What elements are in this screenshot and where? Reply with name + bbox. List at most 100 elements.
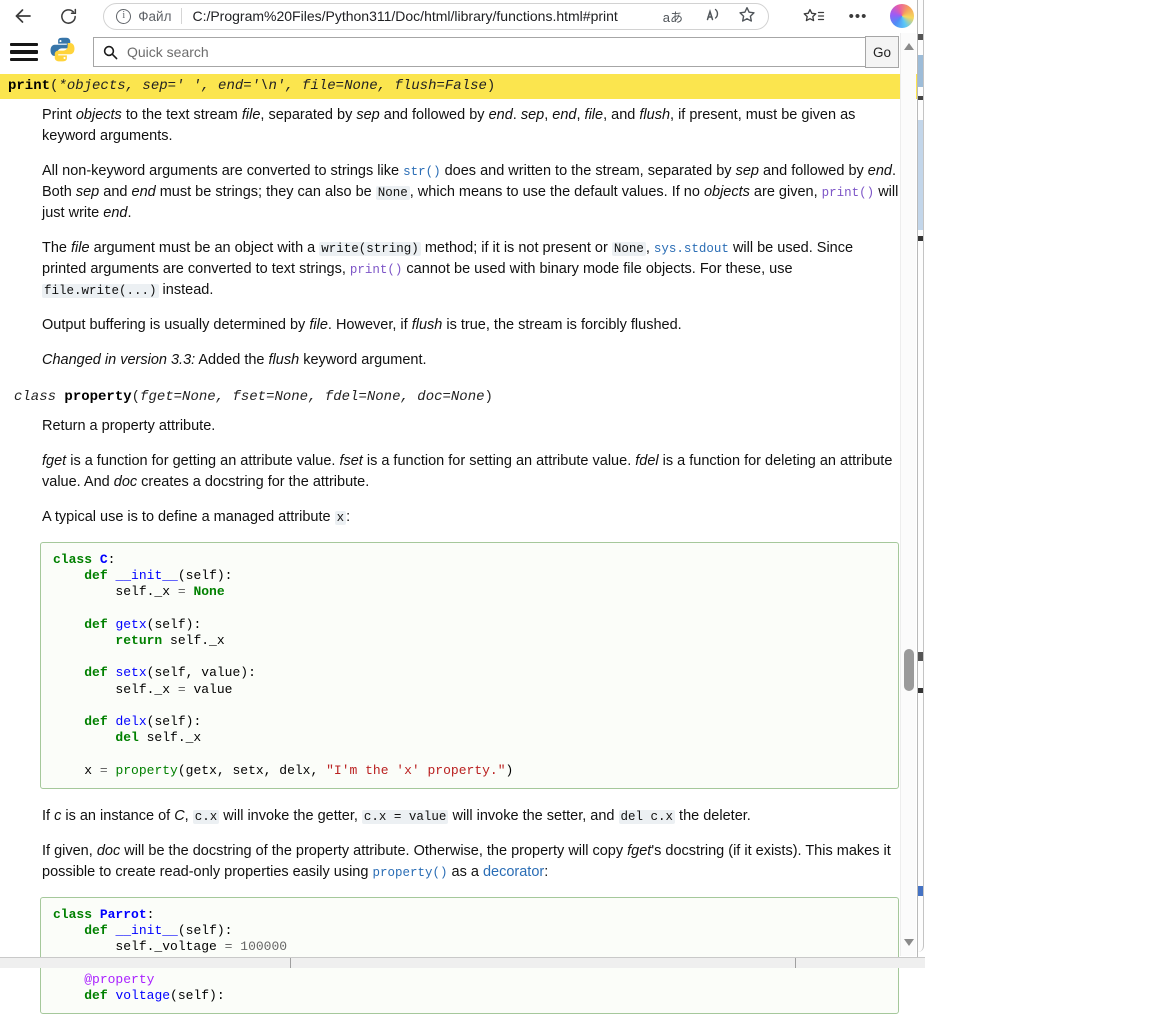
code-link[interactable]: sys.stdout xyxy=(654,242,729,256)
background-window-edge xyxy=(918,0,924,952)
code-token: def xyxy=(84,665,107,680)
url-text[interactable]: C:/Program%20Files/Python311/Doc/html/li… xyxy=(192,8,654,24)
text-segment: method; if it is not present or xyxy=(421,240,612,256)
text-segment: A typical use is to define a managed att… xyxy=(42,509,335,525)
text-segment: will invoke the getter, xyxy=(219,808,362,824)
copilot-button[interactable] xyxy=(887,2,917,30)
text-segment: sep xyxy=(76,184,99,200)
doc-paragraph: Return a property attribute. xyxy=(42,416,899,437)
text-segment: sep xyxy=(736,163,759,179)
code-token: self._x xyxy=(53,682,178,697)
code-token: voltage xyxy=(115,988,170,1003)
edge-mark xyxy=(918,55,923,87)
text-segment: flush xyxy=(269,352,300,368)
text-segment: , xyxy=(185,808,193,824)
code-link[interactable]: print() xyxy=(350,263,403,277)
code-token: del xyxy=(115,730,138,745)
text-segment: C xyxy=(174,808,184,824)
text-segment: Changed in version 3.3: xyxy=(42,352,195,368)
search-input[interactable] xyxy=(125,43,856,61)
text-segment: to the text stream xyxy=(122,107,242,123)
inline-code: None xyxy=(612,242,646,256)
print-signature: print(*objects, sep=' ', end='\n', file=… xyxy=(0,74,917,99)
text-segment: objects xyxy=(704,184,750,200)
read-aloud-icon[interactable] xyxy=(700,6,721,26)
text-segment: and followed by xyxy=(759,163,868,179)
inline-code: del c.x xyxy=(619,810,676,824)
text-segment: fget xyxy=(627,843,651,859)
scroll-down-icon[interactable] xyxy=(904,939,914,946)
edge-mark xyxy=(918,652,923,661)
code-token: : xyxy=(108,552,116,567)
code-token xyxy=(92,552,100,567)
code-token: setx xyxy=(115,665,146,680)
code-token: 100000 xyxy=(240,939,287,954)
code-token: : xyxy=(147,907,155,922)
code-link[interactable]: print() xyxy=(822,186,875,200)
code-token: self._x xyxy=(53,584,178,599)
code-token xyxy=(53,665,84,680)
docs-top-nav: Go xyxy=(0,32,917,72)
search-box[interactable] xyxy=(93,37,866,67)
doc-paragraph: If given, doc will be the docstring of t… xyxy=(42,841,899,883)
back-arrow-icon xyxy=(13,6,33,26)
inline-code: x xyxy=(335,511,347,525)
favorites-list-icon xyxy=(803,8,825,25)
text-segment: end xyxy=(868,163,892,179)
text-segment: sep xyxy=(356,107,379,123)
page-scrollbar[interactable] xyxy=(900,33,916,956)
go-button[interactable]: Go xyxy=(865,36,899,68)
code-token: self._x xyxy=(162,633,224,648)
code-token xyxy=(92,907,100,922)
text-link[interactable]: decorator xyxy=(483,864,544,880)
refresh-button[interactable] xyxy=(54,2,84,30)
text-segment: end xyxy=(552,107,576,123)
doc-paragraph: The file argument must be an object with… xyxy=(42,238,899,301)
browser-toolbar: i Файл C:/Program%20Files/Python311/Doc/… xyxy=(0,0,917,32)
code-token: (self, value): xyxy=(147,665,256,680)
page-info-icon[interactable]: i xyxy=(116,9,131,24)
code-link[interactable]: property() xyxy=(372,866,447,880)
text-segment: end xyxy=(103,205,127,221)
translate-icon[interactable]: аあ xyxy=(663,7,683,26)
code-token: (self): xyxy=(178,923,233,938)
text-segment: as a xyxy=(447,864,482,880)
text-segment: file xyxy=(309,317,328,333)
text-segment: and xyxy=(99,184,131,200)
code-token: class xyxy=(53,552,92,567)
text-segment: keyword argument. xyxy=(299,352,426,368)
text-segment: is true, the stream is forcibly flushed. xyxy=(442,317,681,333)
more-options-button[interactable]: ••• xyxy=(843,2,873,30)
scroll-up-icon[interactable] xyxy=(904,43,914,50)
edge-mark xyxy=(918,688,923,693)
code-token: class xyxy=(53,907,92,922)
code-link[interactable]: str() xyxy=(403,165,441,179)
bottom-bar xyxy=(0,957,925,968)
address-bar[interactable]: i Файл C:/Program%20Files/Python311/Doc/… xyxy=(103,3,769,30)
text-segment: , xyxy=(646,240,654,256)
edge-mark xyxy=(918,34,923,40)
code-block-parrot-example: class Parrot: def __init__(self): self._… xyxy=(40,897,899,1014)
edge-mark xyxy=(918,236,923,241)
menu-icon[interactable] xyxy=(10,43,38,62)
code-token: def xyxy=(84,617,107,632)
scrollbar-thumb[interactable] xyxy=(904,649,914,691)
text-segment: doc xyxy=(97,843,120,859)
code-token: Parrot xyxy=(100,907,147,922)
text-segment: ( xyxy=(132,389,140,405)
code-token: (getx, setx, delx, xyxy=(178,763,326,778)
python-logo[interactable] xyxy=(49,36,76,68)
text-segment: file xyxy=(242,107,261,123)
text-segment: does and written to the stream, separate… xyxy=(441,163,736,179)
text-segment: flush xyxy=(412,317,443,333)
favorites-list-button[interactable] xyxy=(799,2,829,30)
address-divider xyxy=(181,8,182,24)
code-token: "I'm the 'x' property." xyxy=(326,763,505,778)
doc-paragraph: Output buffering is usually determined b… xyxy=(42,315,899,336)
back-button[interactable] xyxy=(8,2,38,30)
code-token: ) xyxy=(506,763,514,778)
text-segment: file xyxy=(585,107,604,123)
favorites-star-icon[interactable] xyxy=(738,6,756,26)
text-segment: Print xyxy=(42,107,76,123)
text-segment: end xyxy=(489,107,513,123)
